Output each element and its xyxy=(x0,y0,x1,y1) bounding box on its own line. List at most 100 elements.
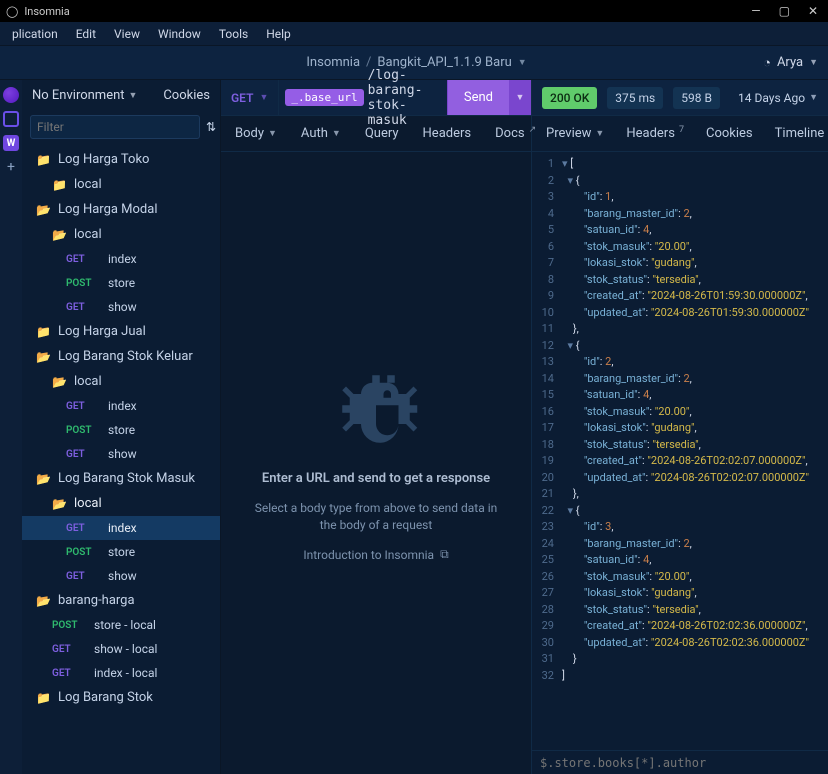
method-badge: GET xyxy=(66,449,100,460)
request-store[interactable]: POSTstore xyxy=(22,271,220,295)
request-index[interactable]: GETindex xyxy=(22,394,220,418)
request-tabs: Body▼ Auth▼ Query Headers Docs↗ xyxy=(221,116,531,152)
request-show[interactable]: GET show xyxy=(22,442,220,466)
folder-log-harga-toko[interactable]: 📁Log Harga Toko xyxy=(22,147,220,172)
chevron-down-icon: ▼ xyxy=(259,92,268,103)
menubar: plication Edit View Window Tools Help xyxy=(0,22,828,46)
folder-label: Log Barang Stok Masuk xyxy=(58,471,195,486)
request-index-local[interactable]: GETindex - local xyxy=(22,661,220,685)
chevron-down-icon: ▼ xyxy=(268,128,277,139)
intro-link[interactable]: Introduction to Insomnia ⧉ xyxy=(303,547,448,562)
user-menu[interactable]: ◔ Arya ▼ xyxy=(763,55,818,71)
url-bar: GET ▼ _.base_url /log-barang-stok-masuk … xyxy=(221,80,531,116)
send-button[interactable]: Send xyxy=(447,80,509,115)
folder-icon: 📂 xyxy=(36,203,50,217)
tab-timeline[interactable]: Timeline xyxy=(775,126,825,141)
request-label: show xyxy=(108,447,137,461)
method-badge: POST xyxy=(66,425,100,436)
rail-workspace-icon[interactable] xyxy=(2,86,20,104)
sidebar: No Environment ▼ Cookies ⇅ ⊕▾ 📁Log Harga… xyxy=(22,80,221,774)
request-store[interactable]: POSTstore xyxy=(22,540,220,564)
method-badge: GET xyxy=(66,523,100,534)
environment-label: No Environment xyxy=(32,88,125,103)
folder-label: local xyxy=(74,496,102,511)
url-variable-tag[interactable]: _.base_url xyxy=(285,89,363,106)
response-panel: 200 OK 375 ms 598 B 14 Days Ago ▼ Previe… xyxy=(532,80,828,774)
close-button[interactable]: ✕ xyxy=(808,4,818,18)
sidebar-filter-input[interactable] xyxy=(30,115,200,139)
minimize-button[interactable]: — xyxy=(751,4,760,18)
method-badge: POST xyxy=(66,278,100,289)
folder-local[interactable]: 📂local xyxy=(22,222,220,247)
tab-auth[interactable]: Auth▼ xyxy=(301,126,341,141)
request-show[interactable]: GETshow xyxy=(22,295,220,319)
folder-open-icon: 📂 xyxy=(52,497,66,511)
folder-icon: 📂 xyxy=(36,350,50,364)
sort-icon[interactable]: ⇅ xyxy=(206,120,216,134)
request-index[interactable]: GETindex xyxy=(22,247,220,271)
method-selector[interactable]: GET ▼ xyxy=(221,80,279,115)
app-icon: ◯ xyxy=(6,5,18,18)
folder-local[interactable]: 📁local xyxy=(22,172,220,197)
tab-response-headers[interactable]: Headers7 xyxy=(626,126,684,141)
tab-preview[interactable]: Preview ▼ xyxy=(546,126,604,141)
rail-w-icon[interactable]: W xyxy=(2,134,20,152)
menu-application[interactable]: plication xyxy=(4,24,66,44)
folder-local[interactable]: 📂 local xyxy=(22,491,220,516)
folder-open-icon: 📂 xyxy=(36,472,50,486)
folder-label: local xyxy=(74,227,102,242)
menu-help[interactable]: Help xyxy=(258,24,299,44)
menu-edit[interactable]: Edit xyxy=(68,24,104,44)
send-dropdown-button[interactable]: ▼ xyxy=(509,80,531,115)
tab-label: Preview xyxy=(546,126,591,141)
request-label: index xyxy=(108,399,137,413)
method-badge: GET xyxy=(66,254,100,265)
request-show-local[interactable]: GETshow - local xyxy=(22,637,220,661)
user-icon: ◔ xyxy=(763,55,771,71)
folder-icon: 📁 xyxy=(36,325,50,339)
folder-log-barang-stok-keluar[interactable]: 📂 Log Barang Stok Keluar xyxy=(22,344,220,369)
tab-query[interactable]: Query xyxy=(365,126,399,141)
method-badge: POST xyxy=(52,620,86,631)
cookies-button[interactable]: Cookies xyxy=(163,88,210,103)
folder-log-barang-stok[interactable]: 📁Log Barang Stok xyxy=(22,685,220,710)
jsonpath-filter-input[interactable] xyxy=(540,756,820,770)
request-label: index - local xyxy=(94,666,157,680)
request-store-local[interactable]: POSTstore - local xyxy=(22,613,220,637)
breadcrumb-root[interactable]: Insomnia xyxy=(306,55,360,70)
folder-label: local xyxy=(74,177,102,192)
folder-barang-harga[interactable]: 📂barang-harga xyxy=(22,588,220,613)
folder-log-barang-stok-masuk[interactable]: 📂 Log Barang Stok Masuk xyxy=(22,466,220,491)
menu-window[interactable]: Window xyxy=(150,24,209,44)
environment-selector[interactable]: No Environment ▼ xyxy=(32,88,137,103)
response-age[interactable]: 14 Days Ago ▼ xyxy=(738,91,818,105)
folder-label: Log Barang Stok Keluar xyxy=(58,349,193,364)
tab-headers[interactable]: Headers xyxy=(423,126,472,141)
request-store[interactable]: POSTstore xyxy=(22,418,220,442)
rail-add-button[interactable]: + xyxy=(2,158,20,176)
tab-body[interactable]: Body▼ xyxy=(235,126,277,141)
folder-log-harga-jual[interactable]: 📁 Log Harga Jual xyxy=(22,319,220,344)
chevron-down-icon[interactable]: ▼ xyxy=(518,57,527,68)
url-input[interactable]: _.base_url /log-barang-stok-masuk xyxy=(279,80,447,115)
request-show[interactable]: GETshow xyxy=(22,564,220,588)
chevron-down-icon: ▼ xyxy=(595,128,604,139)
folder-label: Log Harga Jual xyxy=(58,324,146,339)
time-badge: 375 ms xyxy=(607,87,663,109)
tab-response-cookies[interactable]: Cookies xyxy=(706,126,753,141)
response-body[interactable]: 1▾ [2 ▾ {3 "id": 1,4 "barang_master_id":… xyxy=(532,152,828,750)
rail-collection-icon[interactable] xyxy=(2,110,20,128)
request-tree: 📁Log Harga Toko 📁local 📂Log Harga Modal … xyxy=(22,143,220,714)
menu-tools[interactable]: Tools xyxy=(211,24,256,44)
tab-docs[interactable]: Docs↗ xyxy=(495,126,536,141)
request-index[interactable]: GETindex xyxy=(22,516,220,540)
external-icon: ↗ xyxy=(529,125,537,135)
folder-local[interactable]: 📂local xyxy=(22,369,220,394)
folder-icon: 📂 xyxy=(52,375,66,389)
tab-label: Headers xyxy=(626,126,675,141)
menu-view[interactable]: View xyxy=(106,24,148,44)
maximize-button[interactable]: ▢ xyxy=(779,4,790,18)
folder-log-harga-modal[interactable]: 📂Log Harga Modal xyxy=(22,197,220,222)
chevron-down-icon: ▼ xyxy=(809,92,818,103)
method-badge: GET xyxy=(66,302,100,313)
